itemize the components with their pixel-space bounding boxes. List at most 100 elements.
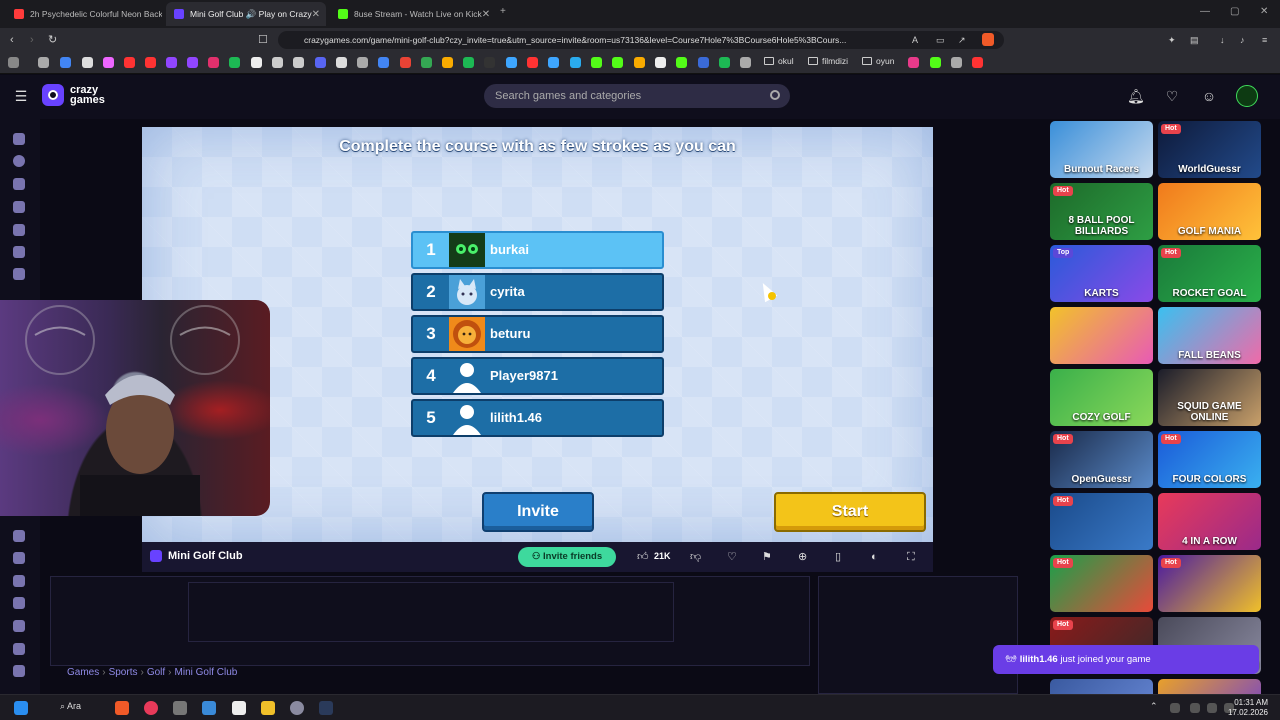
taskbar-clock[interactable]: 01:31 AM 17.02.2026 — [1228, 698, 1268, 718]
share-icon[interactable]: ↗ — [958, 33, 966, 47]
youtube-icon[interactable] — [124, 57, 135, 68]
bookmark-folder-filmdizi[interactable]: filmdizi — [808, 56, 848, 66]
notifications-icon[interactable]: 🔔︎ — [1127, 88, 1145, 104]
address-bar[interactable]: crazygames.com/game/mini-golf-club?czy_i… — [278, 31, 1004, 49]
bookmark-icon[interactable] — [357, 57, 368, 68]
volume-icon[interactable] — [1207, 703, 1217, 713]
category-icon[interactable] — [13, 665, 25, 677]
google-icon[interactable] — [60, 57, 71, 68]
app-icon[interactable] — [202, 701, 216, 715]
game-thumbnail[interactable]: Hot — [1050, 493, 1153, 550]
forward-icon[interactable]: › — [30, 33, 34, 47]
shooting-icon[interactable] — [13, 575, 25, 587]
invite-button[interactable]: Invite — [482, 492, 594, 532]
thumbs-up-icon[interactable]: 👍︎ — [637, 550, 649, 564]
media-icon[interactable]: ♪ — [1240, 33, 1245, 47]
crazygames-logo[interactable]: crazy games — [42, 84, 105, 106]
breadcrumb-current[interactable]: Mini Golf Club — [175, 667, 238, 678]
bookmark-icon[interactable] — [634, 57, 645, 68]
bookmark-icon[interactable] — [655, 57, 666, 68]
favorite-icon[interactable]: ♡ — [727, 550, 737, 564]
bookmark-icon[interactable] — [82, 57, 93, 68]
bookmark-icon[interactable] — [527, 57, 538, 68]
game-thumbnail[interactable]: Hot 8 BALL POOL BILLIARDS — [1050, 183, 1153, 240]
updated-icon[interactable] — [13, 224, 25, 236]
menu-icon[interactable]: ≡ — [1262, 33, 1267, 47]
kick-icon[interactable] — [591, 57, 602, 68]
app-icon[interactable] — [144, 701, 158, 715]
game-thumbnail[interactable]: Hot FOUR COLORS — [1158, 431, 1261, 488]
bookmark-icon[interactable] — [38, 57, 49, 68]
kick-icon[interactable] — [930, 57, 941, 68]
mobile-icon[interactable]: ▯ — [835, 550, 841, 564]
home-icon[interactable] — [13, 133, 25, 145]
multiplayer-icon[interactable] — [13, 268, 25, 280]
category-icon[interactable] — [13, 552, 25, 564]
network-icon[interactable] — [1190, 703, 1200, 713]
bookmark-icon[interactable] — [484, 57, 495, 68]
game-thumbnail[interactable]: GOLF MANIA — [1158, 183, 1261, 240]
reload-icon[interactable]: ↻ — [48, 33, 57, 47]
game-thumbnail[interactable]: Hot WorldGuessr — [1158, 121, 1261, 178]
game-thumbnail[interactable]: Hot — [1050, 555, 1153, 612]
apps-icon[interactable] — [8, 57, 19, 68]
close-window-icon[interactable]: ✕ — [1260, 6, 1268, 17]
bookmark-icon[interactable] — [719, 57, 730, 68]
bookmark-icon[interactable] — [336, 57, 347, 68]
game-thumbnail[interactable]: Burnout Racers — [1050, 121, 1153, 178]
game-thumbnail[interactable]: Hot — [1158, 555, 1261, 612]
game-thumbnail[interactable]: ARCHERY — [1050, 679, 1153, 694]
close-tab-icon[interactable]: ✕ — [482, 9, 490, 20]
category-icon[interactable] — [13, 530, 25, 542]
spotify-icon[interactable] — [463, 57, 474, 68]
bookmark-icon[interactable] — [698, 57, 709, 68]
category-icon[interactable] — [13, 597, 25, 609]
tab-mini-golf[interactable]: Mini Golf Club 🔊 Play on Crazy ✕ — [166, 2, 326, 26]
tiktok-icon[interactable] — [293, 57, 304, 68]
bookmark-icon[interactable] — [229, 57, 240, 68]
bookmark-icon[interactable] — [378, 57, 389, 68]
bookmark-icon[interactable] — [740, 57, 751, 68]
maximize-icon[interactable]: ▢ — [1230, 6, 1239, 17]
game-thumbnail[interactable] — [1050, 307, 1153, 364]
bookmark-icon[interactable] — [442, 57, 453, 68]
theater-mode-icon[interactable]: ◐ — [871, 550, 878, 564]
search-icon[interactable] — [770, 90, 780, 100]
bookmark-icon[interactable] — [676, 57, 687, 68]
bookmark-folder-oyun[interactable]: oyun — [862, 56, 894, 66]
friends-icon[interactable]: ☺ — [1201, 88, 1217, 104]
game-thumbnail[interactable] — [1158, 679, 1261, 694]
category-icon[interactable] — [13, 643, 25, 655]
bookmark-folder-okul[interactable]: okul — [764, 56, 794, 66]
report-icon[interactable]: ⚑ — [762, 550, 772, 564]
download-icon[interactable]: ↓ — [1220, 33, 1225, 47]
brave-icon[interactable] — [115, 701, 129, 715]
sidebar-icon[interactable]: ▤ — [1190, 33, 1199, 47]
bookmark-icon[interactable] — [506, 57, 517, 68]
x-icon[interactable] — [251, 57, 262, 68]
new-tab-button[interactable]: + — [500, 6, 506, 17]
bookmark-icon[interactable] — [951, 57, 962, 68]
tab-psychedelic[interactable]: 2h Psychedelic Colorful Neon Backgr ✕ — [6, 2, 162, 26]
tray-icon[interactable] — [1170, 703, 1180, 713]
drive-icon[interactable] — [421, 57, 432, 68]
cast-icon[interactable]: ▭ — [936, 33, 945, 47]
twitch-icon[interactable] — [187, 57, 198, 68]
close-tab-icon[interactable]: ✕ — [312, 9, 320, 20]
new-icon[interactable] — [13, 178, 25, 190]
start-button[interactable]: Start — [774, 492, 926, 532]
trending-icon[interactable] — [13, 201, 25, 213]
avatar[interactable] — [1236, 85, 1258, 107]
game-thumbnail[interactable]: SQUID GAME ONLINE — [1158, 369, 1261, 426]
tab-kick-stream[interactable]: 8use Stream - Watch Live on Kick ✕ — [330, 2, 494, 26]
originals-icon[interactable] — [13, 246, 25, 258]
app-icon[interactable] — [232, 701, 246, 715]
hamburger-menu-icon[interactable]: ☰ — [13, 88, 29, 104]
game-thumbnail[interactable]: COZY GOLF — [1050, 369, 1153, 426]
youtube-icon[interactable] — [972, 57, 983, 68]
thumbs-down-icon[interactable]: 👎︎ — [690, 550, 701, 564]
game-thumbnail[interactable]: Hot ROCKET GOAL — [1158, 245, 1261, 302]
taskbar-search[interactable]: ⌕ Ara — [60, 701, 81, 712]
category-icon[interactable] — [13, 620, 25, 632]
fullscreen-icon[interactable]: ⛶ — [907, 550, 915, 564]
